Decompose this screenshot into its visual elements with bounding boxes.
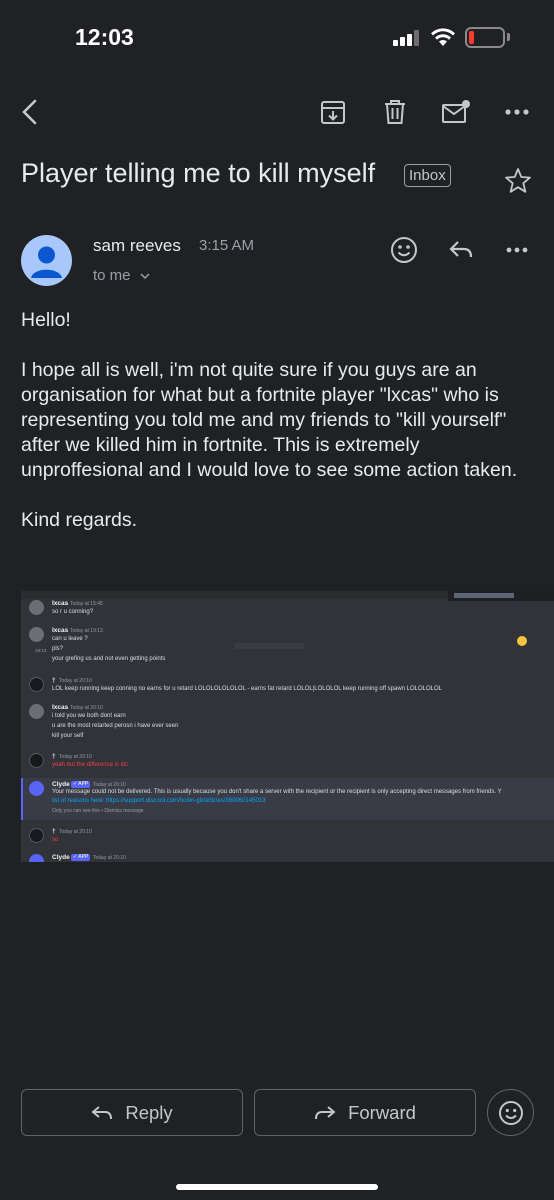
mark-unread-button[interactable] xyxy=(436,92,476,132)
star-icon[interactable] xyxy=(503,166,533,196)
mail-unread-icon xyxy=(442,100,470,123)
avatar xyxy=(29,828,44,843)
avatar xyxy=(29,677,44,692)
trash-icon xyxy=(385,100,405,124)
message-more-button[interactable] xyxy=(499,232,535,268)
email-subject: Player telling me to kill myself xyxy=(21,158,376,188)
email-body: Hello! I hope all is well, i'm not quite… xyxy=(21,308,536,558)
emoji-icon xyxy=(391,237,417,263)
emoji-icon xyxy=(517,636,527,646)
subject-row: Player telling me to kill myself Inbox xyxy=(21,156,541,196)
sender-name[interactable]: sam reeves xyxy=(93,236,181,256)
attachment-thumbnail xyxy=(448,591,554,601)
recipient-details-toggle[interactable]: to me xyxy=(93,267,150,284)
reply-label: Reply xyxy=(125,1101,173,1123)
forward-icon xyxy=(315,1105,336,1119)
reply-icon xyxy=(91,1105,113,1119)
sender-row: sam reeves 3:15 AM to me xyxy=(21,232,541,292)
add-reaction-button[interactable] xyxy=(386,232,422,268)
email-toolbar xyxy=(0,92,554,132)
avatar xyxy=(29,704,44,719)
body-signoff: Kind regards. xyxy=(21,509,137,531)
back-arrow-icon xyxy=(22,99,37,125)
avatar xyxy=(29,600,44,615)
chevron-down-icon xyxy=(140,273,150,280)
body-paragraph: I hope all is well, i'm not quite sure i… xyxy=(21,359,518,481)
bottom-action-bar: Reply Forward xyxy=(0,1089,554,1137)
reply-button[interactable] xyxy=(443,232,479,268)
back-button[interactable] xyxy=(10,92,50,132)
avatar xyxy=(29,627,44,642)
more-options-button[interactable] xyxy=(497,92,537,132)
delete-button[interactable] xyxy=(375,92,415,132)
react-emoji-button[interactable] xyxy=(487,1089,534,1136)
wifi-icon xyxy=(431,28,455,46)
person-icon xyxy=(31,246,62,278)
emoji-icon xyxy=(498,1100,523,1125)
reply-icon xyxy=(449,241,473,258)
label-badge[interactable]: Inbox xyxy=(404,164,451,187)
recipient-label: to me xyxy=(93,267,131,284)
reply-button[interactable]: Reply xyxy=(21,1089,243,1136)
status-time: 12:03 xyxy=(75,24,134,50)
archive-icon xyxy=(321,101,345,124)
avatar xyxy=(29,781,44,796)
battery-icon xyxy=(465,27,505,48)
email-time: 3:15 AM xyxy=(199,237,255,254)
forward-label: Forward xyxy=(348,1101,416,1123)
more-horizontal-icon xyxy=(505,109,529,115)
forward-button[interactable]: Forward xyxy=(254,1089,476,1136)
cellular-signal-icon xyxy=(393,30,419,46)
status-bar: 12:03 xyxy=(0,0,554,70)
avatar[interactable] xyxy=(21,235,72,286)
body-greeting: Hello! xyxy=(21,309,71,331)
avatar xyxy=(29,854,44,862)
inline-image-attachment[interactable]: lxcas Today at 15:45 so r u conning? lxc… xyxy=(21,591,554,862)
archive-button[interactable] xyxy=(313,92,353,132)
home-indicator[interactable] xyxy=(176,1184,378,1190)
avatar xyxy=(29,753,44,768)
more-horizontal-icon xyxy=(506,247,528,253)
